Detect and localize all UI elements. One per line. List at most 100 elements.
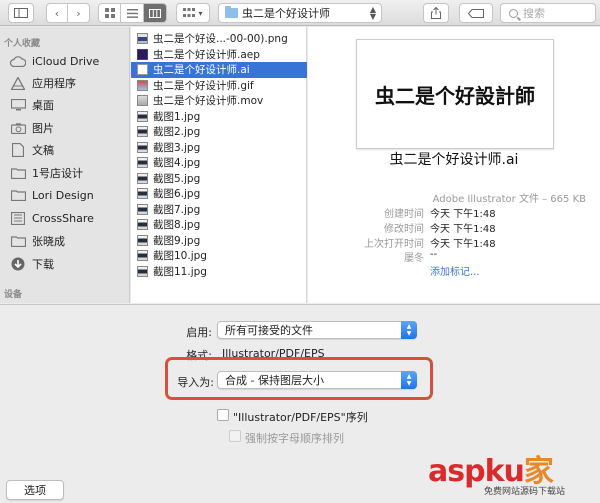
png-file-icon — [137, 33, 148, 45]
alphabetical-checkbox[interactable] — [229, 430, 241, 442]
list-view-button[interactable] — [121, 4, 144, 22]
file-row[interactable]: 截图9.jpg — [131, 233, 307, 249]
meta-value: 今天 下午1:48 — [430, 239, 496, 250]
file-name: 虫二是个好设计师.ai — [153, 64, 250, 77]
devices-header: 设备 — [4, 290, 23, 300]
chevron-left-icon: ‹ — [54, 6, 60, 20]
forward-button[interactable]: › — [68, 4, 89, 22]
icon-view-button[interactable] — [99, 4, 122, 22]
file-row[interactable]: 虫二是个好设计师.mov — [131, 93, 307, 109]
path-popup[interactable]: 虫二是个好设计师 ▲ ▼ — [218, 3, 382, 23]
meta-label: 上次打开时间 — [364, 239, 424, 250]
back-button[interactable]: ‹ — [47, 4, 69, 22]
add-tags-link[interactable]: 添加标记... — [430, 263, 480, 278]
documents-icon — [10, 143, 26, 157]
view-mode-switcher — [98, 3, 167, 23]
file-name: 截图11.jpg — [153, 265, 207, 278]
file-row[interactable]: 截图6.jpg — [131, 186, 307, 202]
popup-arrows-icon: ▲ ▼ — [401, 321, 417, 339]
applications-icon — [10, 76, 26, 90]
jpg-file-icon — [137, 265, 148, 277]
sidebar-item-label: CrossShare — [32, 211, 94, 225]
file-row[interactable]: 截图2.jpg — [131, 124, 307, 140]
sidebar-item-crossshare[interactable]: CrossShare — [10, 208, 94, 228]
sidebar-item-icloud-drive[interactable]: iCloud Drive — [10, 51, 99, 71]
nav-buttons: ‹ › — [46, 3, 90, 23]
jpg-file-icon — [137, 234, 148, 246]
search-icon — [509, 8, 518, 18]
jpg-file-icon — [137, 172, 148, 184]
search-input[interactable]: 搜索 — [500, 3, 596, 23]
camera-icon — [10, 121, 26, 135]
meta-value: -- — [430, 249, 438, 260]
options-button-label: 选项 — [24, 484, 46, 497]
sidebar-item-pictures[interactable]: 图片 — [10, 118, 54, 138]
favorites-header: 个人收藏 — [4, 39, 41, 49]
file-name: 截图4.jpg — [153, 157, 201, 170]
file-name: 虫二是个好设...-00-00).png — [153, 33, 288, 46]
share-icon — [431, 7, 441, 19]
up-down-arrows-icon: ▲ ▼ — [369, 5, 376, 21]
sidebar-item-yhd-design[interactable]: 1号店设计 — [10, 163, 83, 183]
column-view-button[interactable] — [143, 4, 166, 22]
file-row[interactable]: 截图10.jpg — [131, 248, 307, 264]
ai-file-icon — [137, 64, 148, 76]
arrange-button[interactable]: ▾ — [176, 3, 210, 23]
sidebar-item-label: 1号店设计 — [32, 167, 83, 180]
file-row[interactable]: 虫二是个好设计师.aep — [131, 47, 307, 63]
file-name: 截图7.jpg — [153, 203, 201, 216]
meta-value: 今天 下午1:48 — [430, 209, 496, 220]
file-row[interactable]: 截图8.jpg — [131, 217, 307, 233]
meta-value: 今天 下午1:48 — [430, 224, 496, 235]
sidebar-toggle-button[interactable] — [8, 3, 34, 23]
file-row[interactable]: 截图5.jpg — [131, 171, 307, 187]
enable-label: 启用: — [186, 326, 212, 339]
preview-thumbnail: 虫二是个好設計師 — [356, 39, 554, 149]
jpg-file-icon — [137, 126, 148, 138]
tag-icon — [468, 8, 484, 18]
jpg-file-icon — [137, 110, 148, 122]
tag-button[interactable] — [459, 3, 493, 23]
file-name: 截图1.jpg — [153, 110, 201, 123]
file-row[interactable]: 截图4.jpg — [131, 155, 307, 171]
chevron-down-icon: ▾ — [198, 8, 203, 18]
sidebar-item-label: 下载 — [32, 258, 54, 271]
file-row[interactable]: 虫二是个好设...-00-00).png — [131, 31, 307, 47]
sidebar-item-zhang-xiaocheng[interactable]: 张晓成 — [10, 231, 65, 251]
file-row[interactable]: 截图3.jpg — [131, 140, 307, 156]
file-row[interactable]: 虫二是个好设计师.gif — [131, 78, 307, 94]
sidebar-item-desktop[interactable]: 桌面 — [10, 95, 54, 115]
file-row[interactable]: 截图11.jpg — [131, 264, 307, 280]
file-name: 截图10.jpg — [153, 250, 207, 263]
sidebar-icon — [14, 8, 28, 18]
file-name: 虫二是个好设计师.mov — [153, 95, 264, 108]
folder-icon — [10, 234, 26, 248]
sidebar-item-documents[interactable]: 文稿 — [10, 140, 54, 160]
file-row[interactable]: 截图7.jpg — [131, 202, 307, 218]
options-button[interactable]: 选项 — [6, 480, 64, 500]
sequence-checkbox[interactable] — [217, 409, 229, 421]
file-name: 截图3.jpg — [153, 141, 201, 154]
cloud-icon — [10, 54, 26, 68]
preview-filename: 虫二是个好设计师.ai — [389, 152, 519, 168]
desktop-icon — [10, 98, 26, 112]
enable-popup[interactable]: 所有可接受的文件 ▲ ▼ — [217, 321, 417, 339]
jpg-file-icon — [137, 203, 148, 215]
share-button[interactable] — [423, 3, 449, 23]
sidebar-item-label: iCloud Drive — [32, 54, 100, 68]
file-row-selected[interactable]: 虫二是个好设计师.ai — [131, 62, 307, 78]
meta-add-tags: 添加标记... — [308, 263, 600, 278]
file-row[interactable]: 截图1.jpg — [131, 109, 307, 125]
arrange-grid-icon — [183, 8, 196, 17]
sidebar: 个人收藏 iCloud Drive 应用程序 桌面 图片 文稿 1号店设计 Lo… — [0, 27, 130, 303]
columns-icon — [148, 8, 161, 18]
sidebar-item-applications[interactable]: 应用程序 — [10, 73, 76, 93]
grid-icon — [104, 8, 115, 18]
meta-label: 修改时间 — [384, 224, 424, 235]
sidebar-item-lori-design[interactable]: Lori Design — [10, 185, 94, 205]
mov-file-icon — [137, 95, 148, 107]
meta-created: 创建时间 今天 下午1:48 — [308, 205, 600, 220]
search-placeholder: 搜索 — [523, 7, 545, 20]
file-name: 截图8.jpg — [153, 219, 201, 232]
sidebar-item-downloads[interactable]: 下载 — [10, 254, 54, 274]
